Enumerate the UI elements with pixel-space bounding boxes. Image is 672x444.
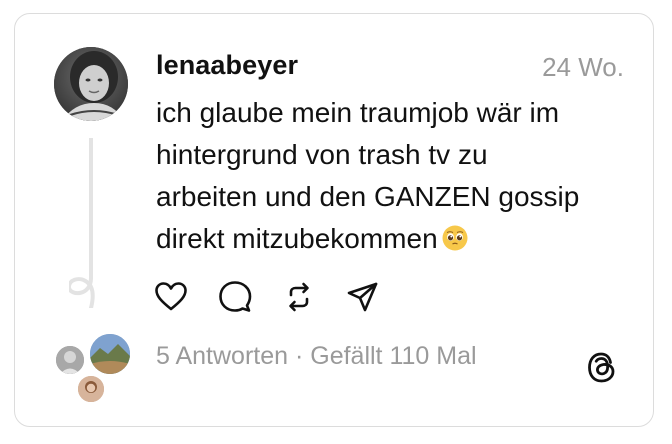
repost-button[interactable] — [282, 280, 316, 314]
share-button[interactable] — [346, 280, 380, 314]
replier-avatars[interactable] — [50, 330, 132, 404]
replier-avatar — [88, 332, 132, 376]
replier-avatar — [54, 344, 86, 376]
thread-connector-line — [69, 138, 95, 308]
post-text: ich glaube mein traumjob wär im hintergr… — [156, 92, 636, 260]
post-text-line-content: direkt mitzubekommen — [156, 223, 438, 254]
post-text-line: arbeiten und den GANZEN gossip — [156, 181, 580, 212]
replier-avatar — [76, 374, 106, 404]
post-stats: 5 Antworten · Gefällt 110 Mal — [156, 342, 477, 371]
heart-icon — [155, 282, 187, 311]
threads-logo-link[interactable] — [583, 348, 621, 386]
likes-count-link[interactable]: Gefällt 110 Mal — [310, 342, 476, 370]
post-text-line: direkt mitzubekommen — [156, 218, 636, 260]
author-photo — [54, 47, 128, 121]
replies-count-link[interactable]: 5 Antworten — [156, 342, 288, 370]
replier-photo — [90, 334, 130, 374]
post-text-line: hintergrund von trash tv zu — [156, 139, 488, 170]
author-avatar[interactable] — [54, 47, 128, 121]
repost-icon — [289, 282, 309, 312]
comment-icon — [219, 281, 252, 312]
threads-logo-icon — [588, 352, 615, 383]
stats-separator: · — [288, 342, 311, 370]
pleading-face-emoji — [442, 225, 468, 251]
replier-photo — [56, 346, 84, 374]
post-timestamp[interactable]: 24 Wo. — [542, 52, 624, 83]
replier-photo — [78, 376, 104, 402]
reply-button[interactable] — [218, 280, 252, 314]
like-button[interactable] — [154, 280, 188, 314]
author-username[interactable]: lenaabeyer — [156, 50, 298, 81]
post-text-line: ich glaube mein traumjob wär im — [156, 97, 560, 128]
send-icon — [347, 282, 378, 312]
